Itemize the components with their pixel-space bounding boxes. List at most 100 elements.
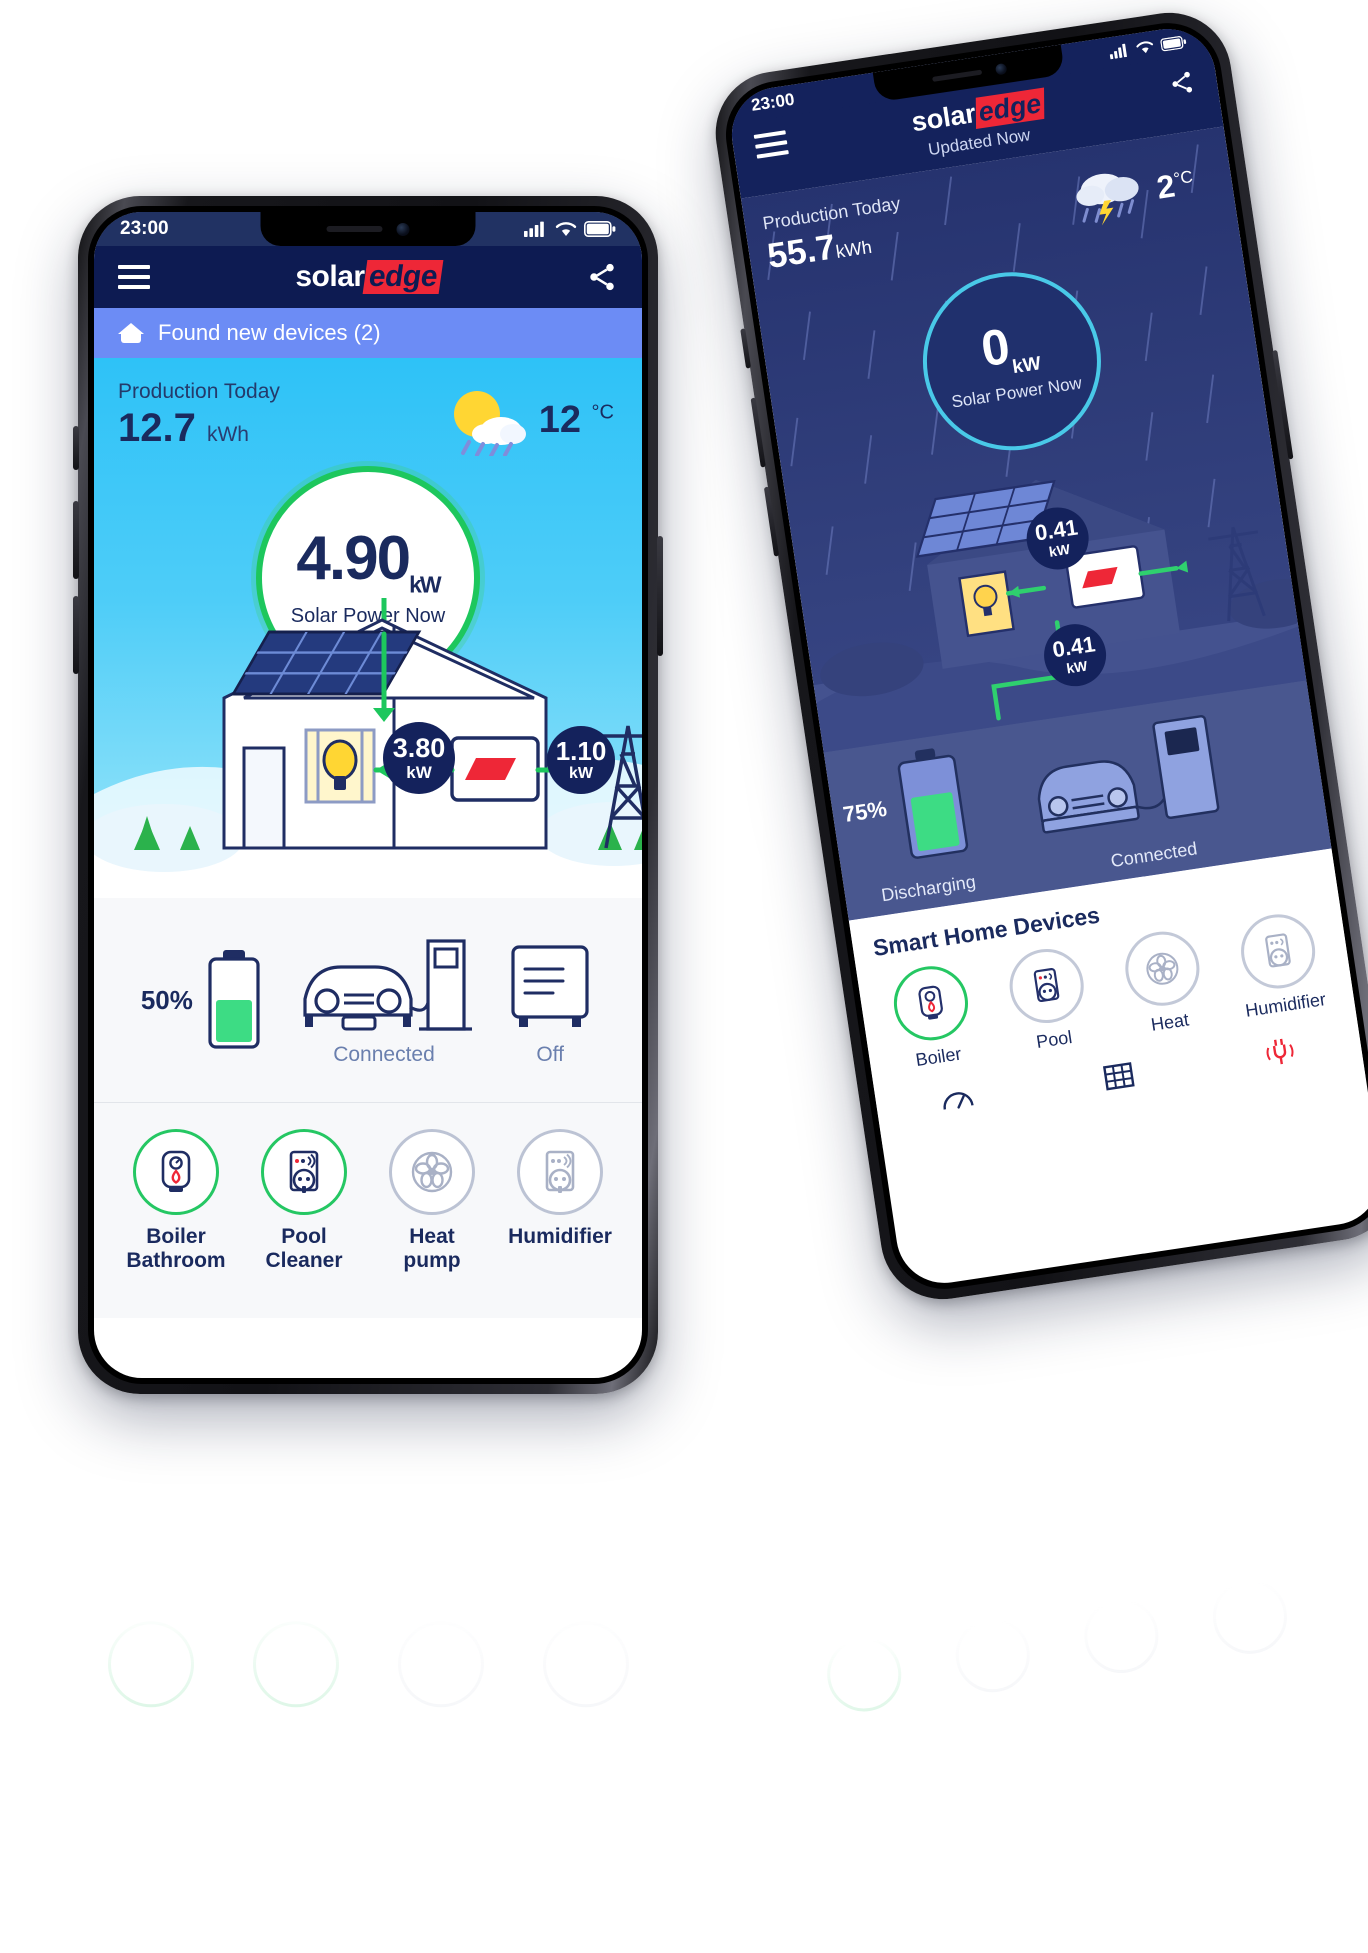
reflection-item: Pool Cleaner xyxy=(236,1565,356,1707)
front-phone-volume-up-button[interactable] xyxy=(73,501,79,579)
reflection-item: Humidifier xyxy=(1191,1545,1305,1661)
reflection-device-row: Boiler Pool Heat Humidifier xyxy=(790,1543,1322,1735)
back-solar-power-label: Solar Power Now xyxy=(950,372,1083,412)
reflection-item: Heat pump xyxy=(381,1565,501,1707)
battery-percent: 50% xyxy=(140,984,193,1015)
front-camera xyxy=(994,62,1007,75)
reflection-circle xyxy=(252,1621,339,1707)
reflection-item: Boiler xyxy=(805,1602,919,1718)
back-phone-screen: 23:00 solaredge Updated Now Production T… xyxy=(725,22,1368,1290)
front-phone: 23:00 solar edge Found new devices (2) P… xyxy=(73,196,663,1394)
reflection-circle xyxy=(1079,1594,1164,1679)
back-status-time: 23:00 xyxy=(749,89,796,115)
solaredge-logo: solaredge xyxy=(295,260,444,294)
plug-icon[interactable] xyxy=(1258,1031,1301,1074)
reflection-label: Humidifier xyxy=(1200,1546,1284,1579)
battery-device[interactable]: 50% xyxy=(141,948,263,1052)
back-phone-bezel: 23:00 solaredge Updated Now Production T… xyxy=(718,15,1368,1297)
back-smart-device-humidifier[interactable]: Humidifier xyxy=(1223,908,1337,1024)
back-solar-power-value: 0kW xyxy=(977,317,1043,378)
hamburger-menu-icon[interactable] xyxy=(118,265,150,289)
front-camera xyxy=(396,222,410,236)
reflection-label: Heat pump xyxy=(411,1565,470,1613)
sun-cloud-rain-icon xyxy=(453,391,526,456)
reflection-circle xyxy=(107,1621,194,1707)
front-phone-power-button[interactable] xyxy=(657,536,663,656)
smart-plug-icon xyxy=(517,1129,603,1215)
solar-power-value: 4.90kW xyxy=(296,524,441,598)
share-icon[interactable] xyxy=(1167,68,1197,98)
back-smart-device-label: Pool xyxy=(1034,1026,1074,1053)
cellular-signal-icon xyxy=(1109,43,1127,60)
back-smart-device-boiler[interactable]: Boiler xyxy=(876,959,990,1075)
back-energy-hero: Production Today 55.7kWh 2°C 0kW Solar P… xyxy=(740,126,1332,921)
smart-plug-icon xyxy=(1235,909,1320,994)
smart-device-heat-pump[interactable]: Heat pump xyxy=(372,1129,492,1273)
earpiece-speaker xyxy=(326,226,383,232)
grid-panels-icon[interactable] xyxy=(1097,1055,1140,1098)
smart-device-label: Heat pump xyxy=(403,1225,461,1273)
device-summary-row: 50% Connected Off xyxy=(94,898,642,1103)
smart-device-label: Boiler Bathroom xyxy=(126,1225,226,1273)
front-phone-notch xyxy=(260,212,476,246)
reflection-label: Boiler Bathroom xyxy=(100,1565,201,1613)
reflection-label: Pool Cleaner xyxy=(256,1565,335,1613)
front-phone-bezel: 23:00 solar edge Found new devices (2) P… xyxy=(88,206,648,1384)
found-devices-banner[interactable]: Found new devices (2) xyxy=(94,308,642,358)
reflection-label: Humidifier xyxy=(533,1590,638,1613)
front-energy-hero: Production Today 12.7 kWh 12 °C 4.90kW S… xyxy=(94,358,642,898)
reflection-item: Humidifier xyxy=(526,1565,646,1707)
smart-device-pool[interactable]: Pool Cleaner xyxy=(244,1129,364,1273)
appliance-device[interactable]: Off xyxy=(505,933,595,1067)
smart-device-humidifier[interactable]: Humidifier xyxy=(500,1129,620,1249)
back-production-unit: kWh xyxy=(834,236,874,262)
reflection-circle xyxy=(822,1632,907,1717)
wifi-icon xyxy=(555,222,577,236)
found-devices-text: Found new devices (2) xyxy=(158,320,381,345)
front-phone-reflection: Boiler Bathroom Pool Cleaner Heat pump H… xyxy=(78,1565,658,1721)
house-icon xyxy=(118,323,144,343)
battery-icon xyxy=(584,221,616,237)
hamburger-menu-icon[interactable] xyxy=(753,129,789,159)
battery-row: 50% xyxy=(141,948,263,1052)
back-smart-device-label: Heat xyxy=(1149,1009,1191,1035)
front-status-time: 23:00 xyxy=(120,218,169,239)
smart-device-label: Pool Cleaner xyxy=(265,1225,343,1273)
production-today-label: Production Today xyxy=(118,380,280,403)
reflection-circle xyxy=(1207,1575,1293,1660)
front-phone-volume-down-button[interactable] xyxy=(73,596,79,674)
back-weather: 2°C xyxy=(1070,154,1198,229)
front-phone-screen: 23:00 solar edge Found new devices (2) P… xyxy=(94,212,642,1378)
home-consumption-badge[interactable]: 3.80 kW xyxy=(383,722,455,794)
weather-widget: 12 °C xyxy=(437,384,614,456)
boiler-icon xyxy=(888,961,973,1046)
inverter-unit-icon xyxy=(511,945,589,1027)
smart-device-list: Boiler Bathroom Pool Cleaner Heat pump H… xyxy=(94,1103,642,1318)
smart-plug-icon xyxy=(1004,944,1089,1029)
back-smart-device-heat[interactable]: Heat xyxy=(1107,925,1221,1041)
wifi-icon xyxy=(1136,41,1154,54)
back-smart-device-pool[interactable]: Pool xyxy=(991,942,1105,1058)
fan-icon xyxy=(1119,926,1204,1011)
share-icon[interactable] xyxy=(586,261,618,293)
earpiece-speaker xyxy=(931,69,982,82)
reflection-circle xyxy=(542,1621,629,1707)
production-today-value: 12.7 kWh xyxy=(118,406,249,450)
reflection-item: Pool xyxy=(934,1583,1048,1699)
ev-charger-device[interactable]: Connected xyxy=(297,933,472,1067)
back-smart-device-label: Boiler xyxy=(914,1043,963,1071)
smart-device-boiler[interactable]: Boiler Bathroom xyxy=(116,1129,236,1273)
back-temperature: 2°C xyxy=(1154,166,1194,206)
smart-device-label: Humidifier xyxy=(508,1225,612,1248)
reflection-label: Boiler xyxy=(831,1607,881,1634)
solar-power-unit: kW xyxy=(409,571,441,598)
gauge-icon[interactable] xyxy=(936,1079,979,1122)
production-today-unit: kWh xyxy=(206,423,249,446)
cellular-signal-icon xyxy=(524,221,544,237)
temperature-value: 12 °C xyxy=(538,398,614,441)
front-phone-mute-button[interactable] xyxy=(73,426,79,470)
back-phone: 23:00 solaredge Updated Now Production T… xyxy=(707,4,1368,1308)
back-phone-reflection: Boiler Pool Heat Humidifier xyxy=(790,1543,1322,1735)
grid-export-badge[interactable]: 1.10 kW xyxy=(547,726,615,794)
reflection-label: Pool xyxy=(965,1588,1004,1614)
